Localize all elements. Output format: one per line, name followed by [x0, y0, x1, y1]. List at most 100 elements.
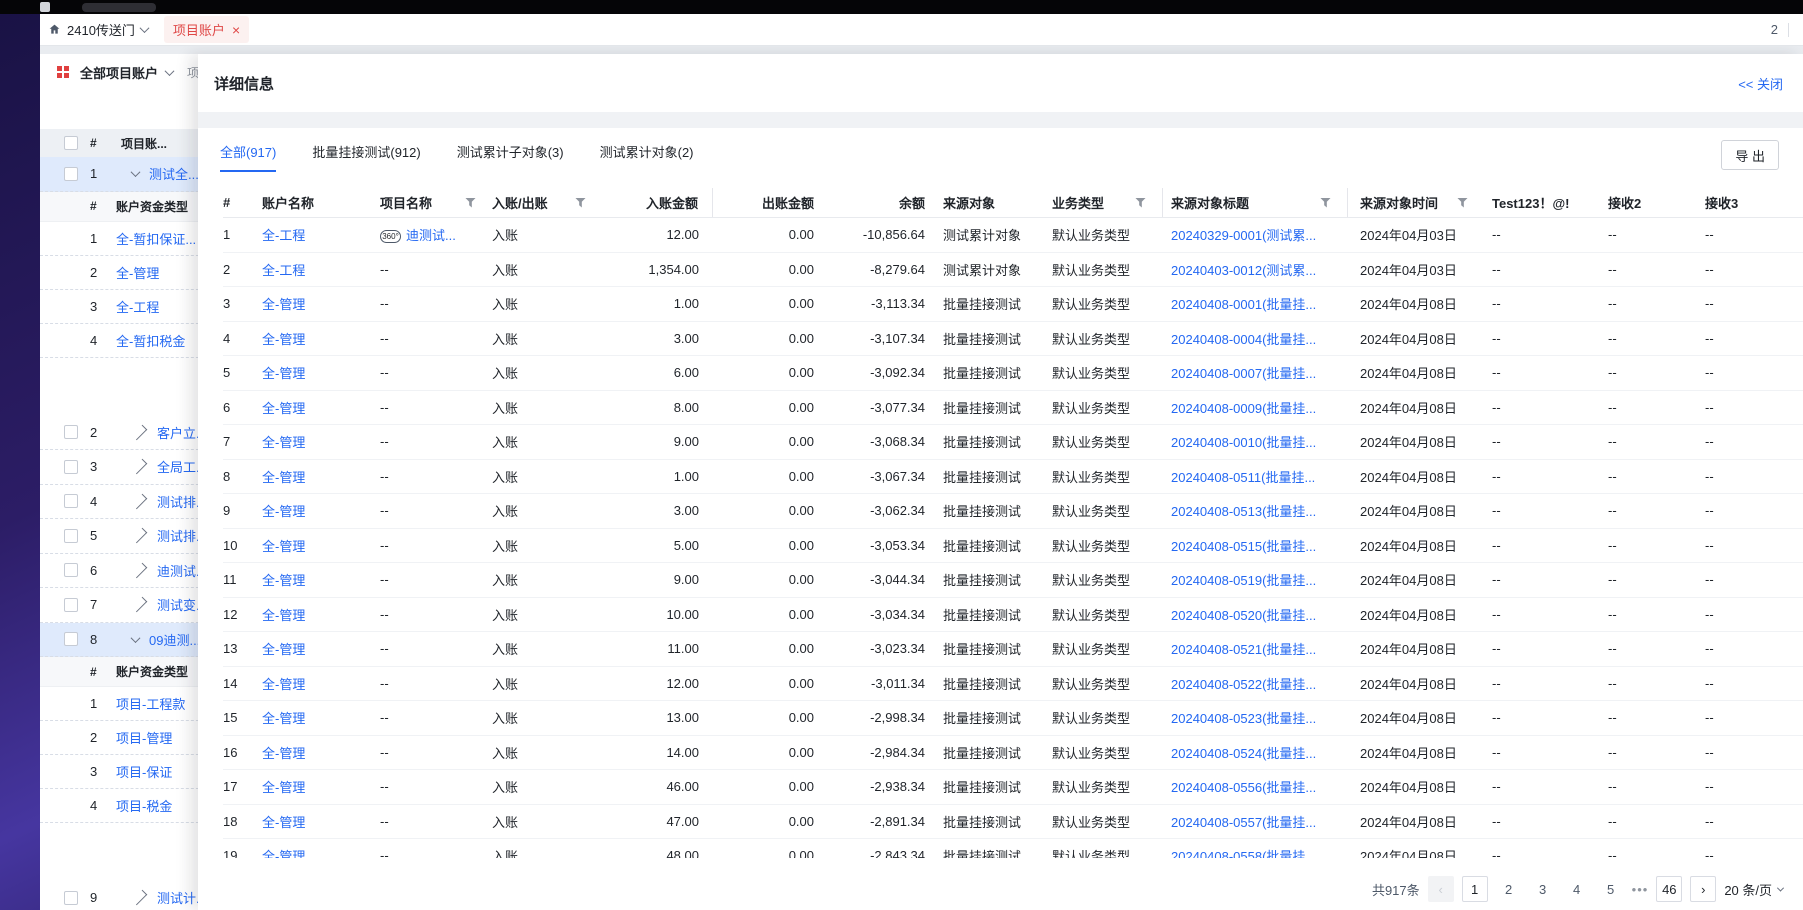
table-cell[interactable]: 20240408-0522(批量挂... [1163, 674, 1348, 693]
row-checkbox[interactable] [64, 891, 78, 905]
pagination-ellipsis[interactable]: ••• [1632, 882, 1649, 897]
chevron-right-icon[interactable] [132, 890, 148, 906]
table-cell[interactable]: 20240408-0520(批量挂... [1163, 605, 1348, 624]
table-cell[interactable]: 全-管理 [262, 467, 380, 486]
table-cell[interactable]: 20240408-0515(批量挂... [1163, 536, 1348, 555]
table-cell[interactable]: 20240408-0511(批量挂... [1163, 467, 1348, 486]
fund-type-link[interactable]: 项目-管理 [116, 728, 172, 747]
table-cell[interactable]: 20240408-0524(批量挂... [1163, 743, 1348, 762]
fund-type-link[interactable]: 全-暂扣税金 [116, 331, 185, 350]
table-cell[interactable]: 全-管理 [262, 708, 380, 727]
table-cell[interactable]: 20240408-0010(批量挂... [1163, 432, 1348, 451]
page-button[interactable]: 4 [1564, 876, 1590, 902]
sidebar-title[interactable]: 全部项目账户 [80, 63, 158, 82]
chevron-down-icon[interactable] [165, 66, 175, 76]
chevron-down-icon[interactable] [131, 167, 141, 177]
last-page-button[interactable]: 46 [1656, 876, 1682, 902]
detail-tab[interactable]: 批量挂接测试(912) [312, 142, 420, 172]
chevron-down-icon[interactable] [131, 633, 141, 643]
chevron-right-icon[interactable] [132, 493, 148, 509]
account-group-link[interactable]: 09迪测... [149, 630, 200, 649]
row-checkbox[interactable] [64, 632, 78, 646]
tab-project-account[interactable]: 项目账户 × [164, 16, 249, 43]
table-cell[interactable]: 全-管理 [262, 294, 380, 313]
fund-type-link[interactable]: 全-暂扣保证... [116, 229, 196, 248]
table-cell[interactable]: 全-管理 [262, 363, 380, 382]
table-cell[interactable]: 20240408-0009(批量挂... [1163, 398, 1348, 417]
filter-icon[interactable] [465, 198, 476, 208]
page-button[interactable]: 1 [1462, 876, 1488, 902]
filter-icon[interactable] [1457, 198, 1468, 208]
table-cell[interactable]: 全-工程 [262, 225, 380, 244]
filter-icon[interactable] [1135, 198, 1146, 208]
chevron-right-icon[interactable] [132, 597, 148, 613]
row-checkbox[interactable] [64, 563, 78, 577]
row-checkbox[interactable] [64, 425, 78, 439]
detail-tab[interactable]: 测试累计对象(2) [600, 142, 694, 172]
page-button[interactable]: 2 [1496, 876, 1522, 902]
table-cell[interactable]: 全-管理 [262, 432, 380, 451]
filter-icon[interactable] [575, 198, 586, 208]
table-cell[interactable]: 20240408-0556(批量挂... [1163, 777, 1348, 796]
table-cell[interactable]: 全-管理 [262, 398, 380, 417]
table-cell[interactable]: 全-管理 [262, 605, 380, 624]
row-checkbox[interactable] [64, 167, 78, 181]
table-cell[interactable]: 20240408-0007(批量挂... [1163, 363, 1348, 382]
fund-type-link[interactable]: 项目-工程款 [116, 694, 185, 713]
table-cell[interactable]: 20240403-0012(测试累... [1163, 260, 1348, 279]
table-cell[interactable]: 全-管理 [262, 743, 380, 762]
cell-value: 默认业务类型 [1052, 849, 1130, 858]
fund-type-link[interactable]: 全-工程 [116, 297, 159, 316]
detail-tab[interactable]: 测试累计子对象(3) [457, 142, 564, 172]
table-cell[interactable]: 全-管理 [262, 777, 380, 796]
row-checkbox[interactable] [64, 598, 78, 612]
page-button[interactable]: 5 [1598, 876, 1624, 902]
column-label: 入账金额 [646, 193, 698, 212]
row-checkbox[interactable] [64, 494, 78, 508]
export-button[interactable]: 导 出 [1721, 140, 1779, 170]
cell-value: 入账 [492, 332, 518, 347]
table-cell[interactable]: 全-管理 [262, 812, 380, 831]
table-cell[interactable]: 20240408-0523(批量挂... [1163, 708, 1348, 727]
table-cell[interactable]: 全-管理 [262, 501, 380, 520]
table-cell[interactable]: 全-管理 [262, 536, 380, 555]
table-cell[interactable]: 360°迪测试... [380, 225, 492, 244]
next-page-button[interactable]: › [1690, 876, 1716, 902]
table-cell[interactable]: 全-管理 [262, 570, 380, 589]
chevron-right-icon[interactable] [132, 459, 148, 475]
select-all-checkbox[interactable] [64, 136, 78, 150]
detail-tab[interactable]: 全部(917) [220, 142, 276, 172]
fund-type-link[interactable]: 项目-税金 [116, 796, 172, 815]
chevron-down-icon[interactable] [139, 23, 149, 33]
chevron-right-icon[interactable] [132, 424, 148, 440]
filter-icon[interactable] [1320, 198, 1331, 208]
table-cell[interactable]: 20240408-0521(批量挂... [1163, 639, 1348, 658]
page-button[interactable]: 3 [1530, 876, 1556, 902]
chevron-right-icon[interactable] [132, 562, 148, 578]
table-cell[interactable]: 20240408-0001(批量挂... [1163, 294, 1348, 313]
cell-value: -- [1608, 710, 1617, 725]
table-cell[interactable]: 全-管理 [262, 639, 380, 658]
workspace-switcher[interactable]: 2410传送门 [48, 20, 148, 39]
prev-page-button[interactable]: ‹ [1428, 876, 1454, 902]
table-cell[interactable]: 20240408-0558(批量挂... [1163, 846, 1348, 858]
table-cell[interactable]: 全-管理 [262, 674, 380, 693]
fund-type-link[interactable]: 项目-保证 [116, 762, 172, 781]
fund-type-link[interactable]: 全-管理 [116, 263, 159, 282]
table-cell[interactable]: 全-管理 [262, 846, 380, 858]
detail-close-button[interactable]: << 关闭 [1738, 74, 1783, 93]
table-cell[interactable]: 20240408-0513(批量挂... [1163, 501, 1348, 520]
chevron-right-icon[interactable] [132, 528, 148, 544]
table-cell[interactable]: 20240408-0519(批量挂... [1163, 570, 1348, 589]
table-cell[interactable]: 20240408-0004(批量挂... [1163, 329, 1348, 348]
row-checkbox[interactable] [64, 529, 78, 543]
browser-tab-pill[interactable] [82, 3, 156, 12]
page-size-select[interactable]: 20 条/页 [1724, 880, 1783, 899]
tab-close-icon[interactable]: × [232, 23, 240, 37]
row-checkbox[interactable] [64, 460, 78, 474]
table-cell[interactable]: 全-工程 [262, 260, 380, 279]
table-cell[interactable]: 20240408-0557(批量挂... [1163, 812, 1348, 831]
table-cell[interactable]: 20240329-0001(测试累... [1163, 225, 1348, 244]
table-cell[interactable]: 全-管理 [262, 329, 380, 348]
account-group-link[interactable]: 测试全... [149, 164, 199, 183]
